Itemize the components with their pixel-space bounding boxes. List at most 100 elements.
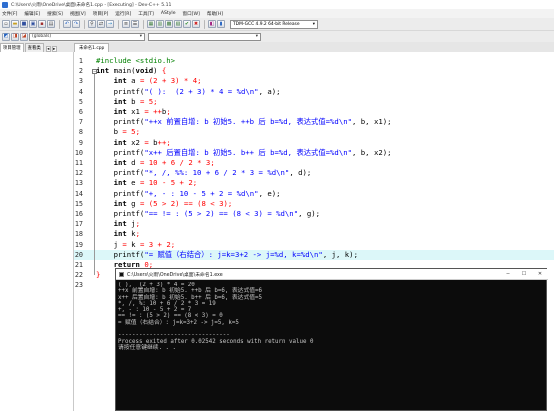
code-line[interactable]: 15 int g = (5 > 2) == (8 < 3); [74, 199, 554, 209]
menu-view[interactable]: 视图[V] [70, 11, 86, 17]
redo-icon[interactable]: ↷ [72, 20, 80, 28]
code-token: ) [153, 66, 162, 76]
chart-icon[interactable]: ▮ [217, 20, 225, 28]
code-line[interactable]: 20 printf("= 赋值（右结合）: j=k=3+2 -> j=%d, k… [74, 249, 554, 260]
code-token: j [126, 219, 136, 229]
code-line[interactable]: 12 printf("*, /, %%: 10 + 6 / 2 * 3 = %d… [74, 168, 554, 178]
code-line[interactable]: 8 b = 5; [74, 127, 554, 137]
compile-icon[interactable]: ▦ [147, 20, 155, 28]
fold-toggle-icon[interactable]: − [92, 68, 97, 74]
project-browser[interactable] [0, 52, 74, 411]
code-text: int b = 5; [96, 97, 158, 107]
menu-file[interactable]: 文件[F] [2, 11, 17, 17]
line-number: 8 [78, 128, 83, 137]
menu-help[interactable]: 帮助[H] [207, 11, 223, 17]
console-line: 请按任意键继续. . . [118, 344, 177, 351]
tab-project[interactable]: 项目管理 [0, 43, 24, 52]
code-line[interactable]: 17 int j; [74, 219, 554, 229]
new-file-icon[interactable]: ▫ [2, 20, 10, 28]
compile-run-icon[interactable]: ▩ [165, 20, 173, 28]
code-token: int [113, 198, 127, 208]
code-token: , b, x1); [352, 117, 392, 127]
code-token: = [139, 178, 149, 188]
code-line[interactable]: 16 printf("== != : (5 > 2) == (8 < 3) = … [74, 209, 554, 219]
toolbar-separator [118, 19, 119, 29]
code-token: printf( [96, 209, 145, 218]
toggle-bookmark-icon[interactable]: ◪ [20, 32, 28, 41]
code-token: = [144, 137, 154, 147]
code-line[interactable]: 2 int main(void) { [74, 66, 554, 76]
code-line[interactable]: 5 int b = 5; [74, 97, 554, 107]
console-window[interactable]: C:\Users\火雨\OneDrive\桌面\未命名1.exe ─ ☐ ✕ (… [115, 268, 548, 411]
line-number: 7 [78, 118, 83, 127]
scope-combo[interactable]: (globals) ▾ [29, 32, 145, 41]
rebuild-icon[interactable]: ▧ [174, 20, 182, 28]
menu-tools[interactable]: 工具[T] [138, 11, 154, 17]
function-combo[interactable]: ▾ [148, 32, 261, 41]
code-token: * [192, 158, 206, 167]
code-token: x2 [126, 137, 145, 147]
code-token: - [157, 178, 171, 188]
code-text: int x2 = b++; [96, 138, 171, 148]
open-file-icon[interactable]: ▬ [11, 20, 19, 28]
code-token: ; [135, 127, 140, 137]
code-line[interactable]: 18 int k; [74, 229, 554, 239]
line-number: 6 [78, 108, 83, 116]
code-token: x1 [126, 107, 145, 116]
line-number: 23 [74, 281, 83, 290]
code-token: b [96, 127, 123, 137]
menu-edit[interactable]: 编辑[E] [24, 11, 40, 17]
code-line[interactable]: 9 int x2 = b++; [74, 138, 554, 148]
new-class-icon[interactable]: ◩ [2, 32, 10, 41]
code-line[interactable]: 4 printf("( ): (2 + 3) * 4 = %d\n", a); [74, 87, 554, 97]
find-icon[interactable]: ⚲ [88, 20, 96, 28]
compiler-select[interactable]: TDM-GCC 4.9.2 64-bit Release ▾ [230, 19, 318, 29]
chevron-down-icon: ▾ [312, 21, 315, 27]
menu-astyle[interactable]: AStyle [161, 11, 176, 16]
line-number: 1 [78, 57, 83, 65]
menu-run[interactable]: 运行[R] [115, 11, 131, 17]
code-line[interactable]: 13 int e = 10 - 5 + 2; [74, 178, 554, 188]
undo-icon[interactable]: ↶ [63, 20, 71, 28]
menu-search[interactable]: 搜索[S] [47, 11, 63, 17]
run-icon[interactable]: ▥ [156, 20, 164, 28]
code-line[interactable]: 7 printf("++x 前置自增: b 初始5. ++b 后 b=%d, 表… [74, 117, 554, 127]
code-line[interactable]: 14 printf("+, - : 10 - 5 + 2 = %d\n", e)… [74, 189, 554, 199]
code-line[interactable]: 3 int a = (2 + 3) * 4; [74, 76, 554, 86]
print-icon[interactable]: ▤ [47, 20, 55, 28]
code-token: g [126, 198, 140, 208]
save-all-icon[interactable]: ▣ [29, 20, 37, 28]
replace-icon[interactable]: ⇄ [97, 20, 105, 28]
code-token: printf( [96, 168, 145, 178]
maximize-icon[interactable]: ☐ [516, 271, 532, 277]
code-line[interactable]: 10 printf("x++ 后置自增: b 初始5. b++ 后 b=%d, … [74, 148, 554, 158]
code-line[interactable]: 1 #include <stdio.h> [74, 56, 554, 66]
menu-project[interactable]: 项目[P] [93, 11, 109, 17]
menu-window[interactable]: 窗口[W] [183, 11, 200, 17]
code-line[interactable]: 6 int x1 = ++b; [74, 107, 554, 117]
stop-icon[interactable]: ✖ [192, 20, 200, 28]
goto-icon[interactable]: → [106, 20, 114, 28]
tab-classes[interactable]: 查看类 [24, 43, 44, 52]
line-number: 10 [74, 148, 83, 157]
code-token: + [157, 76, 171, 86]
debug-icon[interactable]: ◧ [208, 20, 216, 28]
insert-icon[interactable]: ◨ [11, 32, 19, 41]
save-icon[interactable]: ■ [20, 20, 28, 28]
check-icon[interactable]: ✔ [183, 20, 191, 28]
unindent-icon[interactable]: ☰ [131, 20, 139, 28]
code-line[interactable]: 11 int d = 10 + 6 / 2 * 3; [74, 158, 554, 168]
code-text: int a = (2 + 3) * 4; [96, 76, 202, 86]
close-file-icon[interactable]: ▪ [38, 20, 46, 28]
code-token: = ( [139, 76, 154, 86]
close-icon[interactable]: ✕ [532, 271, 548, 277]
code-token: , b, x2); [352, 147, 392, 157]
menu-bar: 文件[F] 编辑[E] 搜索[S] 视图[V] 项目[P] 运行[R] 工具[T… [0, 9, 554, 18]
code-token: , j, k); [322, 249, 358, 259]
code-line[interactable]: 19 j = k = 3 + 2; [74, 240, 554, 250]
minimize-icon[interactable]: ─ [500, 271, 516, 277]
code-text: printf("+, - : 10 - 5 + 2 = %d\n", e); [96, 189, 281, 199]
tab-file[interactable]: 未命名1.cpp [74, 43, 110, 52]
indent-icon[interactable]: ≡ [122, 20, 130, 28]
